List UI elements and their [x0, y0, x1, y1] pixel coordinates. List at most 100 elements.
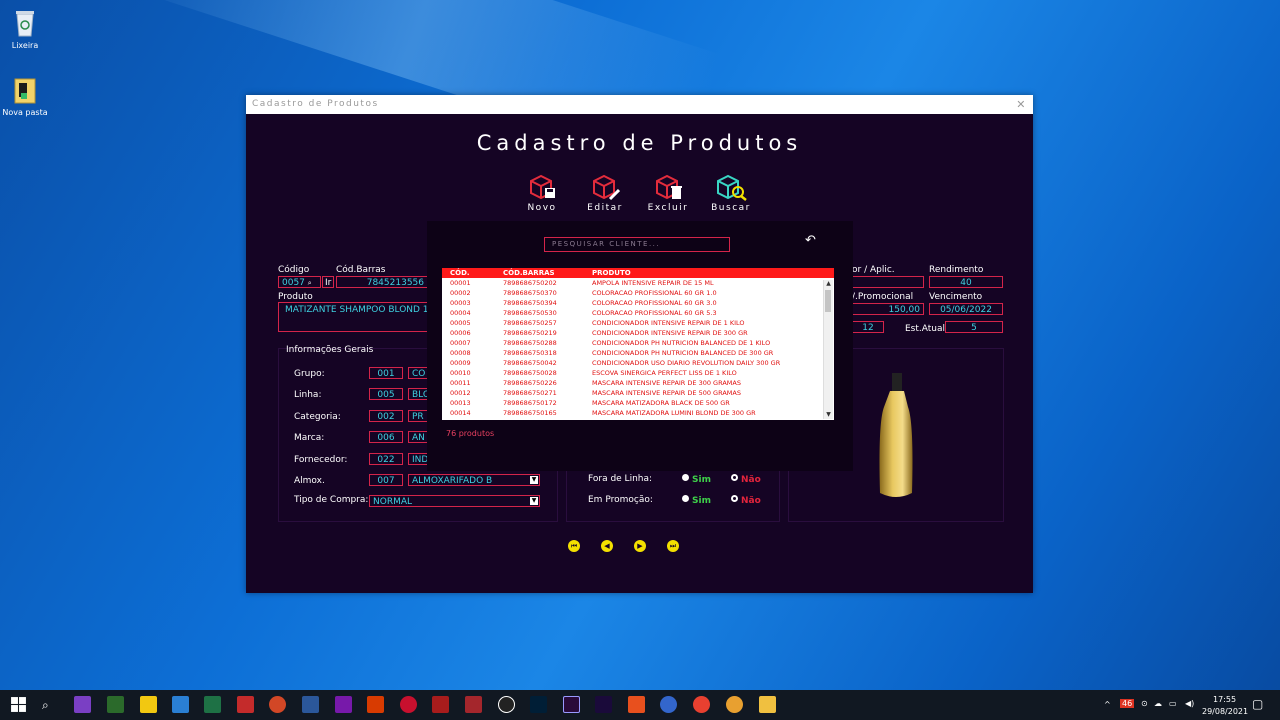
- battery-icon[interactable]: ▭: [1169, 699, 1177, 708]
- windows-start-icon[interactable]: [10, 696, 27, 713]
- app-icon-19[interactable]: [660, 696, 677, 713]
- power-bi-icon[interactable]: [140, 696, 157, 713]
- box-delete-icon: [656, 174, 682, 200]
- chevron-down-icon[interactable]: ▼: [530, 497, 538, 505]
- table-row[interactable]: 00012 7898686750271 MASCARA INTENSIVE REPA…: [442, 388, 834, 398]
- volume-icon[interactable]: ◀): [1185, 699, 1194, 708]
- visual-studio-icon[interactable]: [74, 696, 91, 713]
- buscar-button[interactable]: Buscar: [706, 173, 756, 213]
- app-icon-18[interactable]: [628, 696, 645, 713]
- table-row[interactable]: 00006 7898686750219 CONDICIONADOR INTENSIV…: [442, 328, 834, 338]
- grupo-field[interactable]: CO: [408, 367, 428, 379]
- vencimento-field[interactable]: 05/06/2022: [929, 303, 1003, 315]
- valor-aplic-field[interactable]: [852, 276, 924, 288]
- v-promocional-field[interactable]: 150,00: [852, 303, 924, 315]
- notifications-icon[interactable]: ▢: [1252, 697, 1263, 711]
- scroll-down-icon[interactable]: ▼: [824, 411, 833, 419]
- next-record-icon[interactable]: ▶: [634, 540, 646, 552]
- editar-button[interactable]: Editar: [580, 173, 630, 213]
- app-icon-4[interactable]: [172, 696, 189, 713]
- photoshop-icon[interactable]: [530, 696, 547, 713]
- tipo-compra-select[interactable]: NORMAL ▼: [369, 495, 540, 507]
- codbarras-field[interactable]: 7845213556: [336, 276, 428, 288]
- previous-record-icon[interactable]: ◀: [601, 540, 613, 552]
- after-effects-icon[interactable]: [595, 696, 612, 713]
- table-row[interactable]: 00001 7898686750202 AMPOLA INTENSIVE REPAI…: [442, 278, 834, 288]
- excluir-button[interactable]: Excluir: [643, 173, 693, 213]
- app-icon-13[interactable]: [465, 696, 482, 713]
- scroll-up-icon[interactable]: ▲: [824, 280, 833, 288]
- back-arrow-icon[interactable]: ↶: [805, 233, 816, 248]
- notification-badge[interactable]: 46: [1120, 699, 1135, 708]
- excel-icon[interactable]: [204, 696, 221, 713]
- novo-button[interactable]: Novo: [517, 173, 567, 213]
- table-row[interactable]: 00013 7898686750172 MASCARA MATIZADORA BLA…: [442, 398, 834, 408]
- app-tray-icon[interactable]: ⊙: [1141, 699, 1148, 708]
- table-row[interactable]: 00014 7898686750165 MASCARA MATIZADORA LUM…: [442, 408, 834, 418]
- table-row[interactable]: 00009 7898686750042 CONDICIONADOR USO DIAR…: [442, 358, 834, 368]
- linha-code-field[interactable]: 005: [369, 388, 403, 400]
- onenote-icon[interactable]: [335, 696, 352, 713]
- clock-time[interactable]: 17:55: [1213, 695, 1236, 704]
- desktop-icon-nova-pasta[interactable]: Nova pasta: [0, 75, 55, 117]
- almox-select[interactable]: ALMOXARIFADO B ▼: [408, 474, 540, 486]
- desktop-icon-lixeira[interactable]: Lixeira: [0, 8, 55, 50]
- access-icon[interactable]: [237, 696, 254, 713]
- solidworks-icon[interactable]: [432, 696, 449, 713]
- powerpoint-icon[interactable]: [269, 696, 286, 713]
- table-row[interactable]: 00010 7898686750028 ESCOVA SINERGICA PERFE…: [442, 368, 834, 378]
- em-promocao-sim-radio[interactable]: [682, 495, 689, 502]
- word-icon[interactable]: [302, 696, 319, 713]
- fora-linha-sim-radio[interactable]: [682, 474, 689, 481]
- first-record-icon[interactable]: ⏮: [568, 540, 580, 552]
- col-header-cod[interactable]: CÓD.: [450, 269, 470, 277]
- table-row[interactable]: 00005 7898686750257 CONDICIONADOR INTENSIV…: [442, 318, 834, 328]
- almox-code-field[interactable]: 007: [369, 474, 403, 486]
- app-icon-11[interactable]: [400, 696, 417, 713]
- clock-date[interactable]: 29/08/2021: [1202, 707, 1248, 716]
- fornecedor-field[interactable]: IND: [408, 453, 428, 465]
- cloud-icon[interactable]: ☁: [1154, 699, 1162, 708]
- linha-field[interactable]: BLO: [408, 388, 428, 400]
- close-icon[interactable]: ✕: [1016, 95, 1027, 114]
- marca-code-field[interactable]: 006: [369, 431, 403, 443]
- last-record-icon[interactable]: ⏭: [667, 540, 679, 552]
- ir-button[interactable]: Ir: [322, 276, 334, 288]
- est-minimo-field[interactable]: 12: [852, 321, 884, 333]
- scrollbar-thumb[interactable]: [825, 290, 831, 312]
- categoria-field[interactable]: PR: [408, 410, 428, 422]
- table-row[interactable]: 00008 7898686750318 CONDICIONADOR PH NUTRI…: [442, 348, 834, 358]
- em-promocao-nao-radio[interactable]: [731, 495, 738, 502]
- chevron-up-icon[interactable]: ^: [1104, 700, 1111, 709]
- table-row[interactable]: 00003 7898686750394 COLORACAO PROFISSIONAL…: [442, 298, 834, 308]
- chevron-down-icon[interactable]: ▼: [530, 476, 538, 484]
- file-explorer-icon[interactable]: [759, 696, 776, 713]
- fora-linha-nao-radio[interactable]: [731, 474, 738, 481]
- codigo-field[interactable]: 0057 ⌕: [278, 276, 321, 288]
- table-row[interactable]: 00002 7898686750370 COLORACAO PROFISSIONAL…: [442, 288, 834, 298]
- search-icon[interactable]: ⌕: [42, 698, 49, 713]
- fornecedor-code-field[interactable]: 022: [369, 453, 403, 465]
- table-scrollbar[interactable]: ▲ ▼: [823, 280, 833, 419]
- premiere-icon[interactable]: [563, 696, 580, 713]
- app-icon-14[interactable]: [498, 696, 515, 713]
- office-icon[interactable]: [367, 696, 384, 713]
- cell-produto: MASCARA MATIZADORA LUMINI BLOND DE 300 G…: [592, 409, 756, 417]
- rendimento-field[interactable]: 40: [929, 276, 1003, 288]
- grupo-code-field[interactable]: 001: [369, 367, 403, 379]
- produto-field[interactable]: MATIZANTE SHAMPOO BLOND 1: [278, 302, 428, 332]
- chrome-icon[interactable]: [693, 696, 710, 713]
- categoria-code-field[interactable]: 002: [369, 410, 403, 422]
- search-input[interactable]: PESQUISAR CLIENTE...: [544, 237, 730, 252]
- col-header-codbarras[interactable]: CÓD.BARRAS: [503, 269, 555, 277]
- app-icon-2[interactable]: [107, 696, 124, 713]
- window-titlebar[interactable]: Cadastro de Produtos ✕: [246, 95, 1033, 114]
- marca-field[interactable]: AN: [408, 431, 428, 443]
- chrome-icon-2[interactable]: [726, 696, 743, 713]
- table-row[interactable]: 00011 7898686750226 MASCARA INTENSIVE REPA…: [442, 378, 834, 388]
- est-atual-field[interactable]: 5: [945, 321, 1003, 333]
- col-header-produto[interactable]: PRODUTO: [592, 269, 631, 277]
- table-row[interactable]: 00004 7898686750530 COLORACAO PROFISSIONAL…: [442, 308, 834, 318]
- cell-cod: 00010: [450, 369, 471, 377]
- table-row[interactable]: 00007 7898686750288 CONDICIONADOR PH NUTRI…: [442, 338, 834, 348]
